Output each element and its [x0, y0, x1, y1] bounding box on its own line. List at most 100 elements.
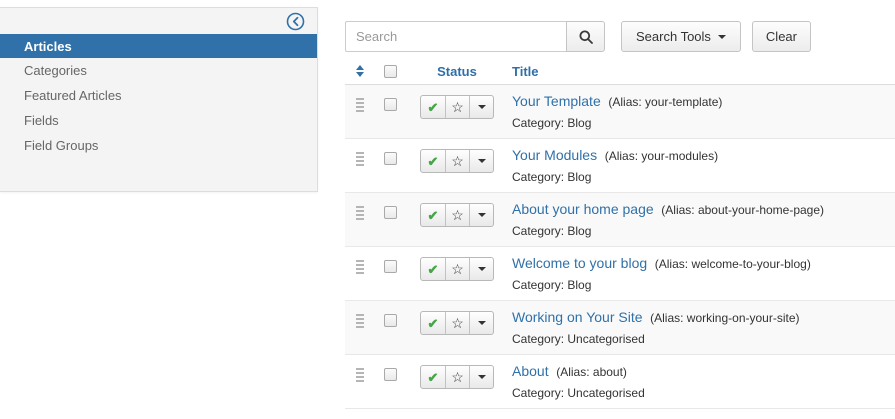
- page: Articles Categories Featured Articles Fi…: [0, 0, 895, 419]
- status-button-group: ✔ ☆: [420, 365, 494, 389]
- article-category: Category: Blog: [512, 116, 592, 130]
- sidebar: Articles Categories Featured Articles Fi…: [0, 7, 318, 192]
- status-button-group: ✔ ☆: [420, 149, 494, 173]
- sidebar-item-fields[interactable]: Fields: [0, 108, 317, 133]
- caret-down-icon: [477, 267, 486, 271]
- publish-button[interactable]: ✔: [421, 366, 445, 388]
- status-column-header[interactable]: Status: [420, 64, 494, 79]
- drag-handle-icon[interactable]: [356, 368, 364, 382]
- publish-button[interactable]: ✔: [421, 312, 445, 334]
- publish-button[interactable]: ✔: [421, 204, 445, 226]
- search-input[interactable]: [345, 21, 567, 52]
- circle-arrow-left-icon: [286, 12, 305, 31]
- row-checkbox[interactable]: [383, 314, 397, 327]
- clear-button[interactable]: Clear: [751, 21, 811, 52]
- caret-down-icon: [477, 159, 486, 163]
- ordering-sort-icon[interactable]: [356, 65, 364, 77]
- status-button-group: ✔ ☆: [420, 257, 494, 281]
- check-icon: ✔: [427, 153, 439, 169]
- caret-down-icon: [477, 105, 486, 109]
- feature-button[interactable]: ☆: [445, 150, 469, 172]
- article-category: Category: Uncategorised: [512, 386, 645, 400]
- search-button[interactable]: [566, 21, 605, 52]
- publish-button[interactable]: ✔: [421, 96, 445, 118]
- caret-down-icon: [477, 321, 486, 325]
- status-dropdown-button[interactable]: [469, 204, 493, 226]
- feature-button[interactable]: ☆: [445, 366, 469, 388]
- table-header: Status Title: [345, 58, 895, 85]
- table-row: ✔ ☆ Welcome to your blog (Alias: welcome…: [345, 247, 895, 301]
- article-title-link[interactable]: Your Modules: [512, 147, 597, 163]
- select-all-checkbox[interactable]: [383, 64, 397, 78]
- article-category: Category: Uncategorised: [512, 332, 645, 346]
- drag-handle-icon[interactable]: [356, 206, 364, 220]
- caret-down-icon: [477, 213, 486, 217]
- row-checkbox[interactable]: [383, 206, 397, 219]
- drag-handle-icon[interactable]: [356, 152, 364, 166]
- feature-button[interactable]: ☆: [445, 204, 469, 226]
- status-dropdown-button[interactable]: [469, 312, 493, 334]
- article-title-link[interactable]: Working on Your Site: [512, 309, 643, 325]
- status-dropdown-button[interactable]: [469, 366, 493, 388]
- article-title-link[interactable]: Your Template: [512, 93, 601, 109]
- table-row: ✔ ☆ About (Alias: about) Category: Uncat…: [345, 355, 895, 409]
- caret-down-icon: [717, 34, 726, 39]
- feature-button[interactable]: ☆: [445, 258, 469, 280]
- check-icon: ✔: [427, 99, 439, 115]
- sidebar-item-articles[interactable]: Articles: [0, 34, 317, 58]
- publish-button[interactable]: ✔: [421, 258, 445, 280]
- table-row: ✔ ☆ About your home page (Alias: about-y…: [345, 193, 895, 247]
- feature-button[interactable]: ☆: [445, 312, 469, 334]
- status-button-group: ✔ ☆: [420, 311, 494, 335]
- caret-down-icon: [477, 375, 486, 379]
- status-dropdown-button[interactable]: [469, 96, 493, 118]
- article-alias: (Alias: about-your-home-page): [661, 203, 825, 217]
- article-alias: (Alias: working-on-your-site): [650, 311, 800, 325]
- title-column-header[interactable]: Title: [512, 64, 539, 79]
- publish-button[interactable]: ✔: [421, 150, 445, 172]
- status-dropdown-button[interactable]: [469, 258, 493, 280]
- check-icon: ✔: [427, 315, 439, 331]
- sidebar-item-field-groups[interactable]: Field Groups: [0, 133, 317, 158]
- drag-handle-icon[interactable]: [356, 98, 364, 112]
- star-icon: ☆: [451, 261, 464, 277]
- article-category: Category: Blog: [512, 170, 592, 184]
- star-icon: ☆: [451, 369, 464, 385]
- status-dropdown-button[interactable]: [469, 150, 493, 172]
- sidebar-header: [0, 8, 317, 34]
- row-checkbox[interactable]: [383, 260, 397, 273]
- table-row: ✔ ☆ Your Template (Alias: your-template)…: [345, 85, 895, 139]
- article-title-link[interactable]: Welcome to your blog: [512, 255, 647, 271]
- search-tools-label: Search Tools: [636, 29, 711, 44]
- star-icon: ☆: [451, 99, 464, 115]
- row-checkbox[interactable]: [383, 152, 397, 165]
- filter-bar: Search Tools Clear: [345, 21, 811, 53]
- check-icon: ✔: [427, 369, 439, 385]
- row-checkbox[interactable]: [383, 98, 397, 111]
- magnifier-icon: [578, 29, 594, 45]
- status-button-group: ✔ ☆: [420, 203, 494, 227]
- star-icon: ☆: [451, 315, 464, 331]
- drag-handle-icon[interactable]: [356, 260, 364, 274]
- article-category: Category: Blog: [512, 224, 592, 238]
- main-content: Search Tools Clear Status Title: [345, 0, 895, 419]
- article-alias: (Alias: welcome-to-your-blog): [654, 257, 811, 271]
- sidebar-item-categories[interactable]: Categories: [0, 58, 317, 83]
- table-row: ✔ ☆ Your Modules (Alias: your-modules) C…: [345, 139, 895, 193]
- star-icon: ☆: [451, 207, 464, 223]
- drag-handle-icon[interactable]: [356, 314, 364, 328]
- article-title-link[interactable]: About: [512, 363, 549, 379]
- collapse-sidebar-button[interactable]: [285, 11, 305, 31]
- article-alias: (Alias: your-modules): [604, 149, 719, 163]
- article-category: Category: Blog: [512, 278, 592, 292]
- status-button-group: ✔ ☆: [420, 95, 494, 119]
- feature-button[interactable]: ☆: [445, 96, 469, 118]
- article-alias: (Alias: your-template): [608, 95, 723, 109]
- check-icon: ✔: [427, 261, 439, 277]
- search-tools-button[interactable]: Search Tools: [621, 21, 741, 52]
- check-icon: ✔: [427, 207, 439, 223]
- article-title-link[interactable]: About your home page: [512, 201, 654, 217]
- row-checkbox[interactable]: [383, 368, 397, 381]
- article-alias: (Alias: about): [556, 365, 627, 379]
- sidebar-item-featured-articles[interactable]: Featured Articles: [0, 83, 317, 108]
